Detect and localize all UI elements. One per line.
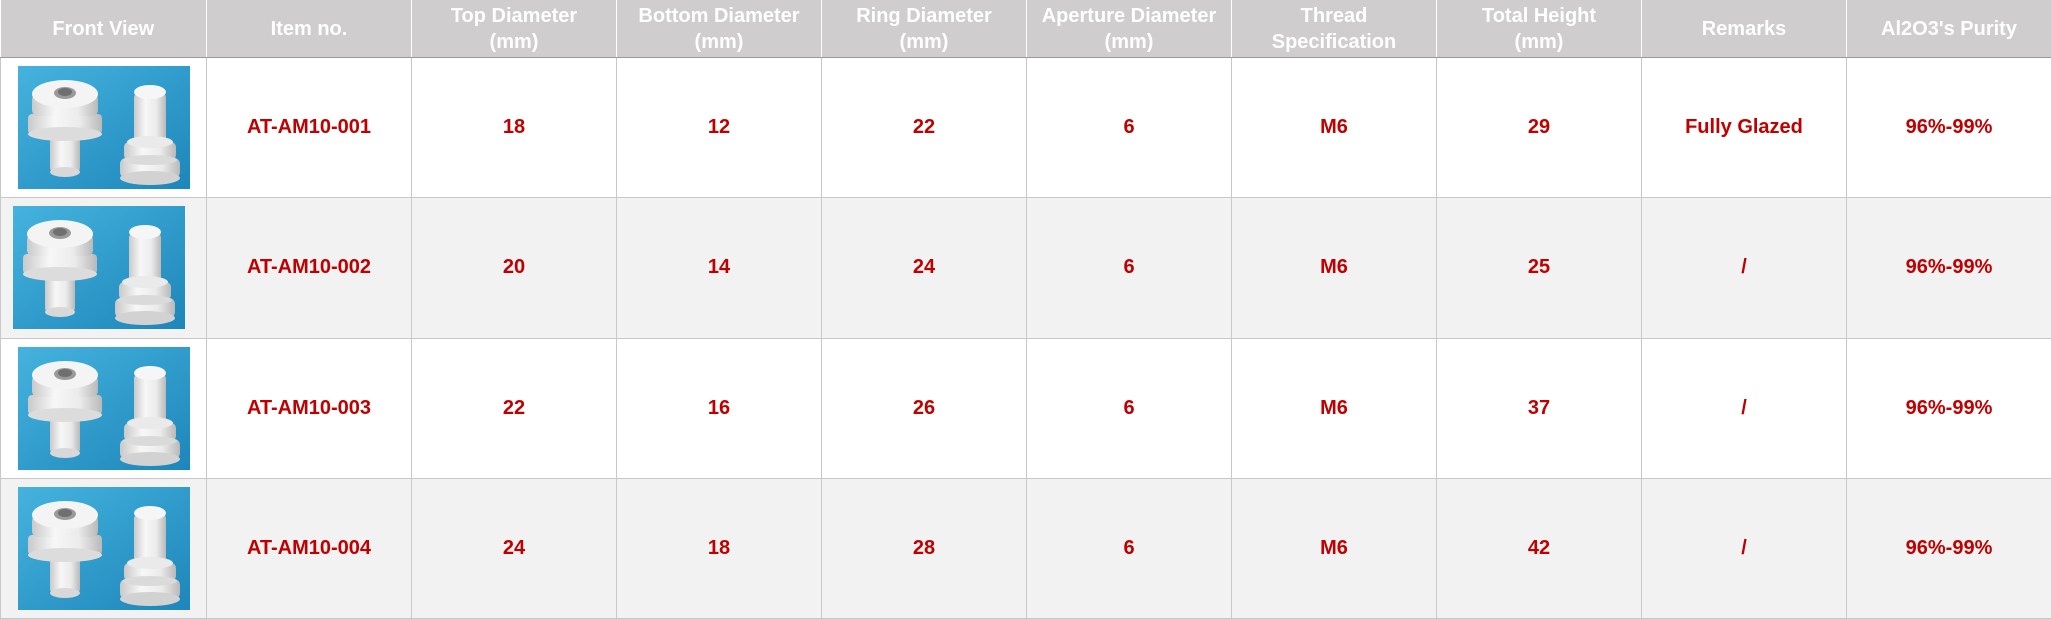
thread-specification-cell: M6: [1231, 57, 1437, 199]
header-remarks: Remarks: [1641, 0, 1847, 58]
purity-cell: 96%-99%: [1846, 478, 2051, 619]
ring-diameter-cell: 26: [821, 338, 1027, 479]
bottom-diameter-cell: 18: [616, 478, 822, 619]
aperture-diameter-cell: 6: [1026, 478, 1232, 619]
total-height-cell: 37: [1436, 338, 1642, 479]
table-row: AT-AM10-003 22 16 26 6 M6 37 / 96%-99%: [0, 338, 2051, 479]
purity-cell: 96%-99%: [1846, 57, 2051, 199]
item-no-cell: AT-AM10-001: [206, 57, 412, 199]
front-view-cell: [0, 57, 207, 199]
ceramic-insulator-photo-icon: [18, 347, 190, 470]
header-top-diameter: Top Diameter (mm): [411, 0, 617, 58]
header-ring-diameter: Ring Diameter (mm): [821, 0, 1027, 58]
thread-specification-cell: M6: [1231, 478, 1437, 619]
table-row: AT-AM10-002 20 14 24 6 M6 25 / 96%-99%: [0, 197, 2051, 339]
header-purity: Al2O3's Purity: [1846, 0, 2051, 58]
ceramic-insulator-photo-icon: [18, 66, 190, 189]
purity-cell: 96%-99%: [1846, 338, 2051, 479]
header-item-no: Item no.: [206, 0, 412, 58]
aperture-diameter-cell: 6: [1026, 338, 1232, 479]
top-diameter-cell: 20: [411, 197, 617, 339]
product-spec-table: Front View Item no. Top Diameter (mm) Bo…: [0, 0, 2051, 619]
front-view-cell: [0, 197, 207, 339]
total-height-cell: 25: [1436, 197, 1642, 339]
item-no-cell: AT-AM10-003: [206, 338, 412, 479]
total-height-cell: 29: [1436, 57, 1642, 199]
item-no-cell: AT-AM10-002: [206, 197, 412, 339]
header-thread-specification: Thread Specification: [1231, 0, 1437, 58]
table-row: AT-AM10-001 18 12 22 6 M6 29 Fully Glaze…: [0, 57, 2051, 199]
ceramic-insulator-photo-icon: [18, 487, 190, 610]
remarks-cell: Fully Glazed: [1641, 57, 1847, 199]
aperture-diameter-cell: 6: [1026, 57, 1232, 199]
item-no-cell: AT-AM10-004: [206, 478, 412, 619]
purity-cell: 96%-99%: [1846, 197, 2051, 339]
header-aperture-diameter: Aperture Diameter (mm): [1026, 0, 1232, 58]
remarks-cell: /: [1641, 338, 1847, 479]
header-bottom-diameter: Bottom Diameter (mm): [616, 0, 822, 58]
ring-diameter-cell: 24: [821, 197, 1027, 339]
ring-diameter-cell: 22: [821, 57, 1027, 199]
header-front-view: Front View: [0, 0, 207, 58]
bottom-diameter-cell: 14: [616, 197, 822, 339]
ceramic-insulator-photo-icon: [13, 206, 185, 329]
thread-specification-cell: M6: [1231, 197, 1437, 339]
front-view-cell: [0, 338, 207, 479]
total-height-cell: 42: [1436, 478, 1642, 619]
top-diameter-cell: 22: [411, 338, 617, 479]
front-view-cell: [0, 478, 207, 619]
header-row: Front View Item no. Top Diameter (mm) Bo…: [0, 0, 2051, 58]
top-diameter-cell: 24: [411, 478, 617, 619]
ring-diameter-cell: 28: [821, 478, 1027, 619]
top-diameter-cell: 18: [411, 57, 617, 199]
thread-specification-cell: M6: [1231, 338, 1437, 479]
remarks-cell: /: [1641, 197, 1847, 339]
bottom-diameter-cell: 12: [616, 57, 822, 199]
aperture-diameter-cell: 6: [1026, 197, 1232, 339]
table-row: AT-AM10-004 24 18 28 6 M6 42 / 96%-99%: [0, 478, 2051, 619]
header-total-height: Total Height (mm): [1436, 0, 1642, 58]
bottom-diameter-cell: 16: [616, 338, 822, 479]
remarks-cell: /: [1641, 478, 1847, 619]
